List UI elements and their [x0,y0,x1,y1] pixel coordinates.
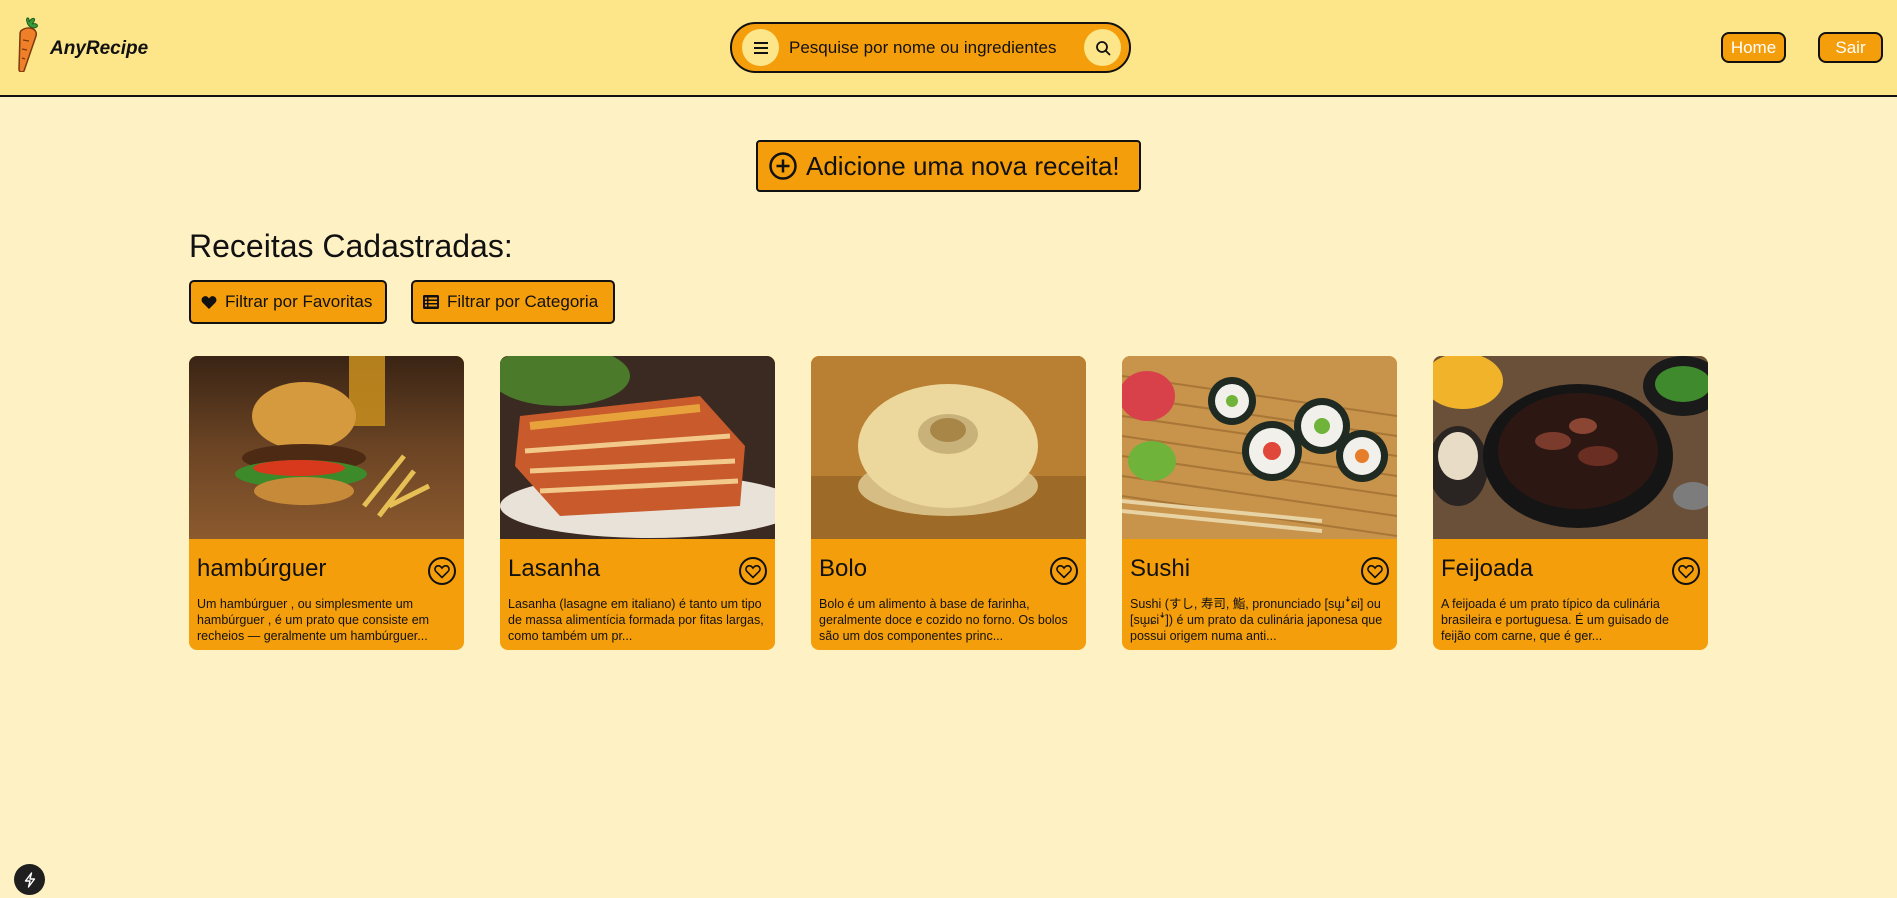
recipe-description: A feijoada é um prato típico da culinári… [1441,597,1669,643]
recipe-title: Lasanha [508,555,601,582]
recipe-card[interactable]: hambúrguer Um hambúrguer , ou simplesmen… [189,356,464,650]
favorite-button[interactable] [739,557,767,585]
dev-tools-badge[interactable] [14,864,45,895]
menu-button[interactable] [742,29,779,66]
recipe-card[interactable]: Sushi Sushi (すし, 寿司, 鮨, pronunciado [sɯ̥… [1122,356,1397,650]
search-bar [730,22,1131,73]
recipe-image [1433,356,1708,539]
recipe-description: Um hambúrguer , ou simplesmente um hambú… [197,597,430,643]
recipe-card[interactable]: Feijoada A feijoada é um prato típico da… [1433,356,1708,650]
plus-circle-icon [769,152,797,180]
logout-button[interactable]: Sair [1818,32,1883,63]
heart-outline-icon [745,564,761,579]
filter-category-button[interactable]: Filtrar por Categoria [411,280,615,324]
recipe-description: Sushi (すし, 寿司, 鮨, pronunciado [sɯ̥ꜜɕi] o… [1130,597,1383,643]
section-title: Receitas Cadastradas: [189,228,513,264]
search-input[interactable] [789,37,1079,58]
recipe-image [1122,356,1397,539]
list-icon [423,295,439,309]
app-name: AnyRecipe [50,38,149,59]
filter-favorites-label: Filtrar por Favoritas [225,292,373,311]
heart-outline-icon [1056,564,1072,579]
favorite-button[interactable] [1672,557,1700,585]
heart-icon [201,295,217,309]
recipe-title: Feijoada [1441,555,1534,582]
recipe-image [500,356,775,539]
add-recipe-label: Adicione uma nova receita! [806,150,1120,181]
recipe-card[interactable]: Bolo Bolo é um alimento à base de farinh… [811,356,1086,650]
favorite-button[interactable] [428,557,456,585]
recipe-image [189,356,464,539]
recipe-title: Bolo [819,555,868,582]
search-button[interactable] [1084,29,1121,66]
add-recipe-button[interactable]: Adicione uma nova receita! [756,140,1141,192]
heart-outline-icon [1678,564,1694,579]
heart-outline-icon [434,564,450,579]
filter-category-label: Filtrar por Categoria [447,292,599,311]
filter-favorites-button[interactable]: Filtrar por Favoritas [189,280,387,324]
recipe-description: Bolo é um alimento à base de farinha, ge… [819,597,1068,643]
menu-icon [753,41,768,54]
favorite-button[interactable] [1361,557,1389,585]
recipe-card[interactable]: Lasanha Lasanha (lasagne em italiano) é … [500,356,775,650]
recipe-title: hambúrguer [197,555,327,582]
top-navbar: AnyRecipe Home Sair [0,0,1897,97]
recipe-image [811,356,1086,539]
carrot-icon [18,17,38,72]
home-button[interactable]: Home [1721,32,1786,63]
heart-outline-icon [1367,564,1383,579]
recipe-description: Lasanha (lasagne em italiano) é tanto um… [508,597,764,643]
favorite-button[interactable] [1050,557,1078,585]
app-logo[interactable]: AnyRecipe [12,16,148,72]
bolt-icon [24,871,35,888]
recipe-title: Sushi [1130,555,1191,582]
search-icon [1095,40,1110,55]
